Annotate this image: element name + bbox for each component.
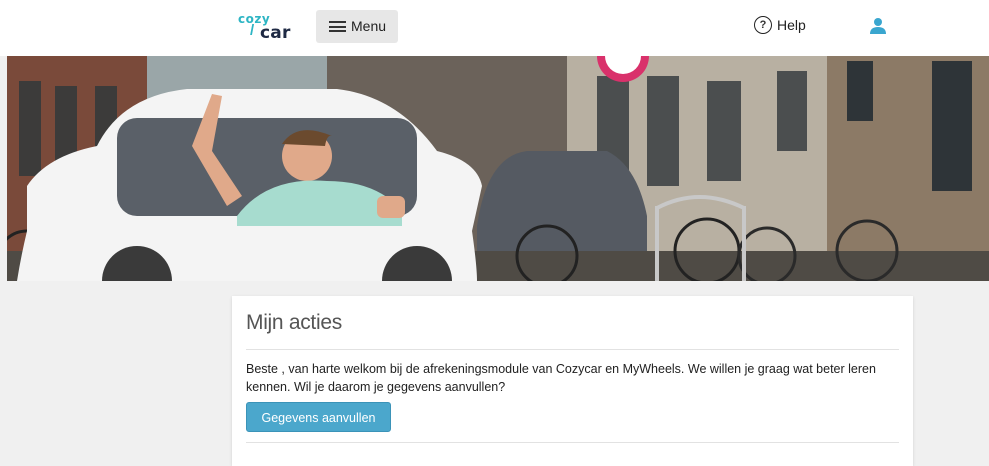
welcome-message: Beste , van harte welkom bij de afrekeni… [246,362,876,394]
help-question-icon: ? [754,16,772,34]
hamburger-icon [329,21,346,32]
menu-button[interactable]: Menu [316,10,398,43]
complete-details-button[interactable]: Gegevens aanvullen [246,402,391,432]
menu-label: Menu [351,18,387,34]
hero-banner-image [7,56,989,281]
user-account-icon[interactable] [869,17,887,35]
logo-text-bottom: car [260,23,291,43]
cozycar-logo[interactable]: cozy / car [238,10,298,43]
logo-slash-icon: / [250,22,255,39]
help-label: Help [777,17,806,33]
my-actions-panel: Mijn acties Beste , van harte welkom bij… [232,296,913,466]
hero-banner [7,56,989,281]
content-divider [246,442,899,443]
top-navbar: cozy / car Menu ? Help [0,0,989,56]
panel-title: Mijn acties [246,311,342,334]
title-divider [246,349,899,350]
